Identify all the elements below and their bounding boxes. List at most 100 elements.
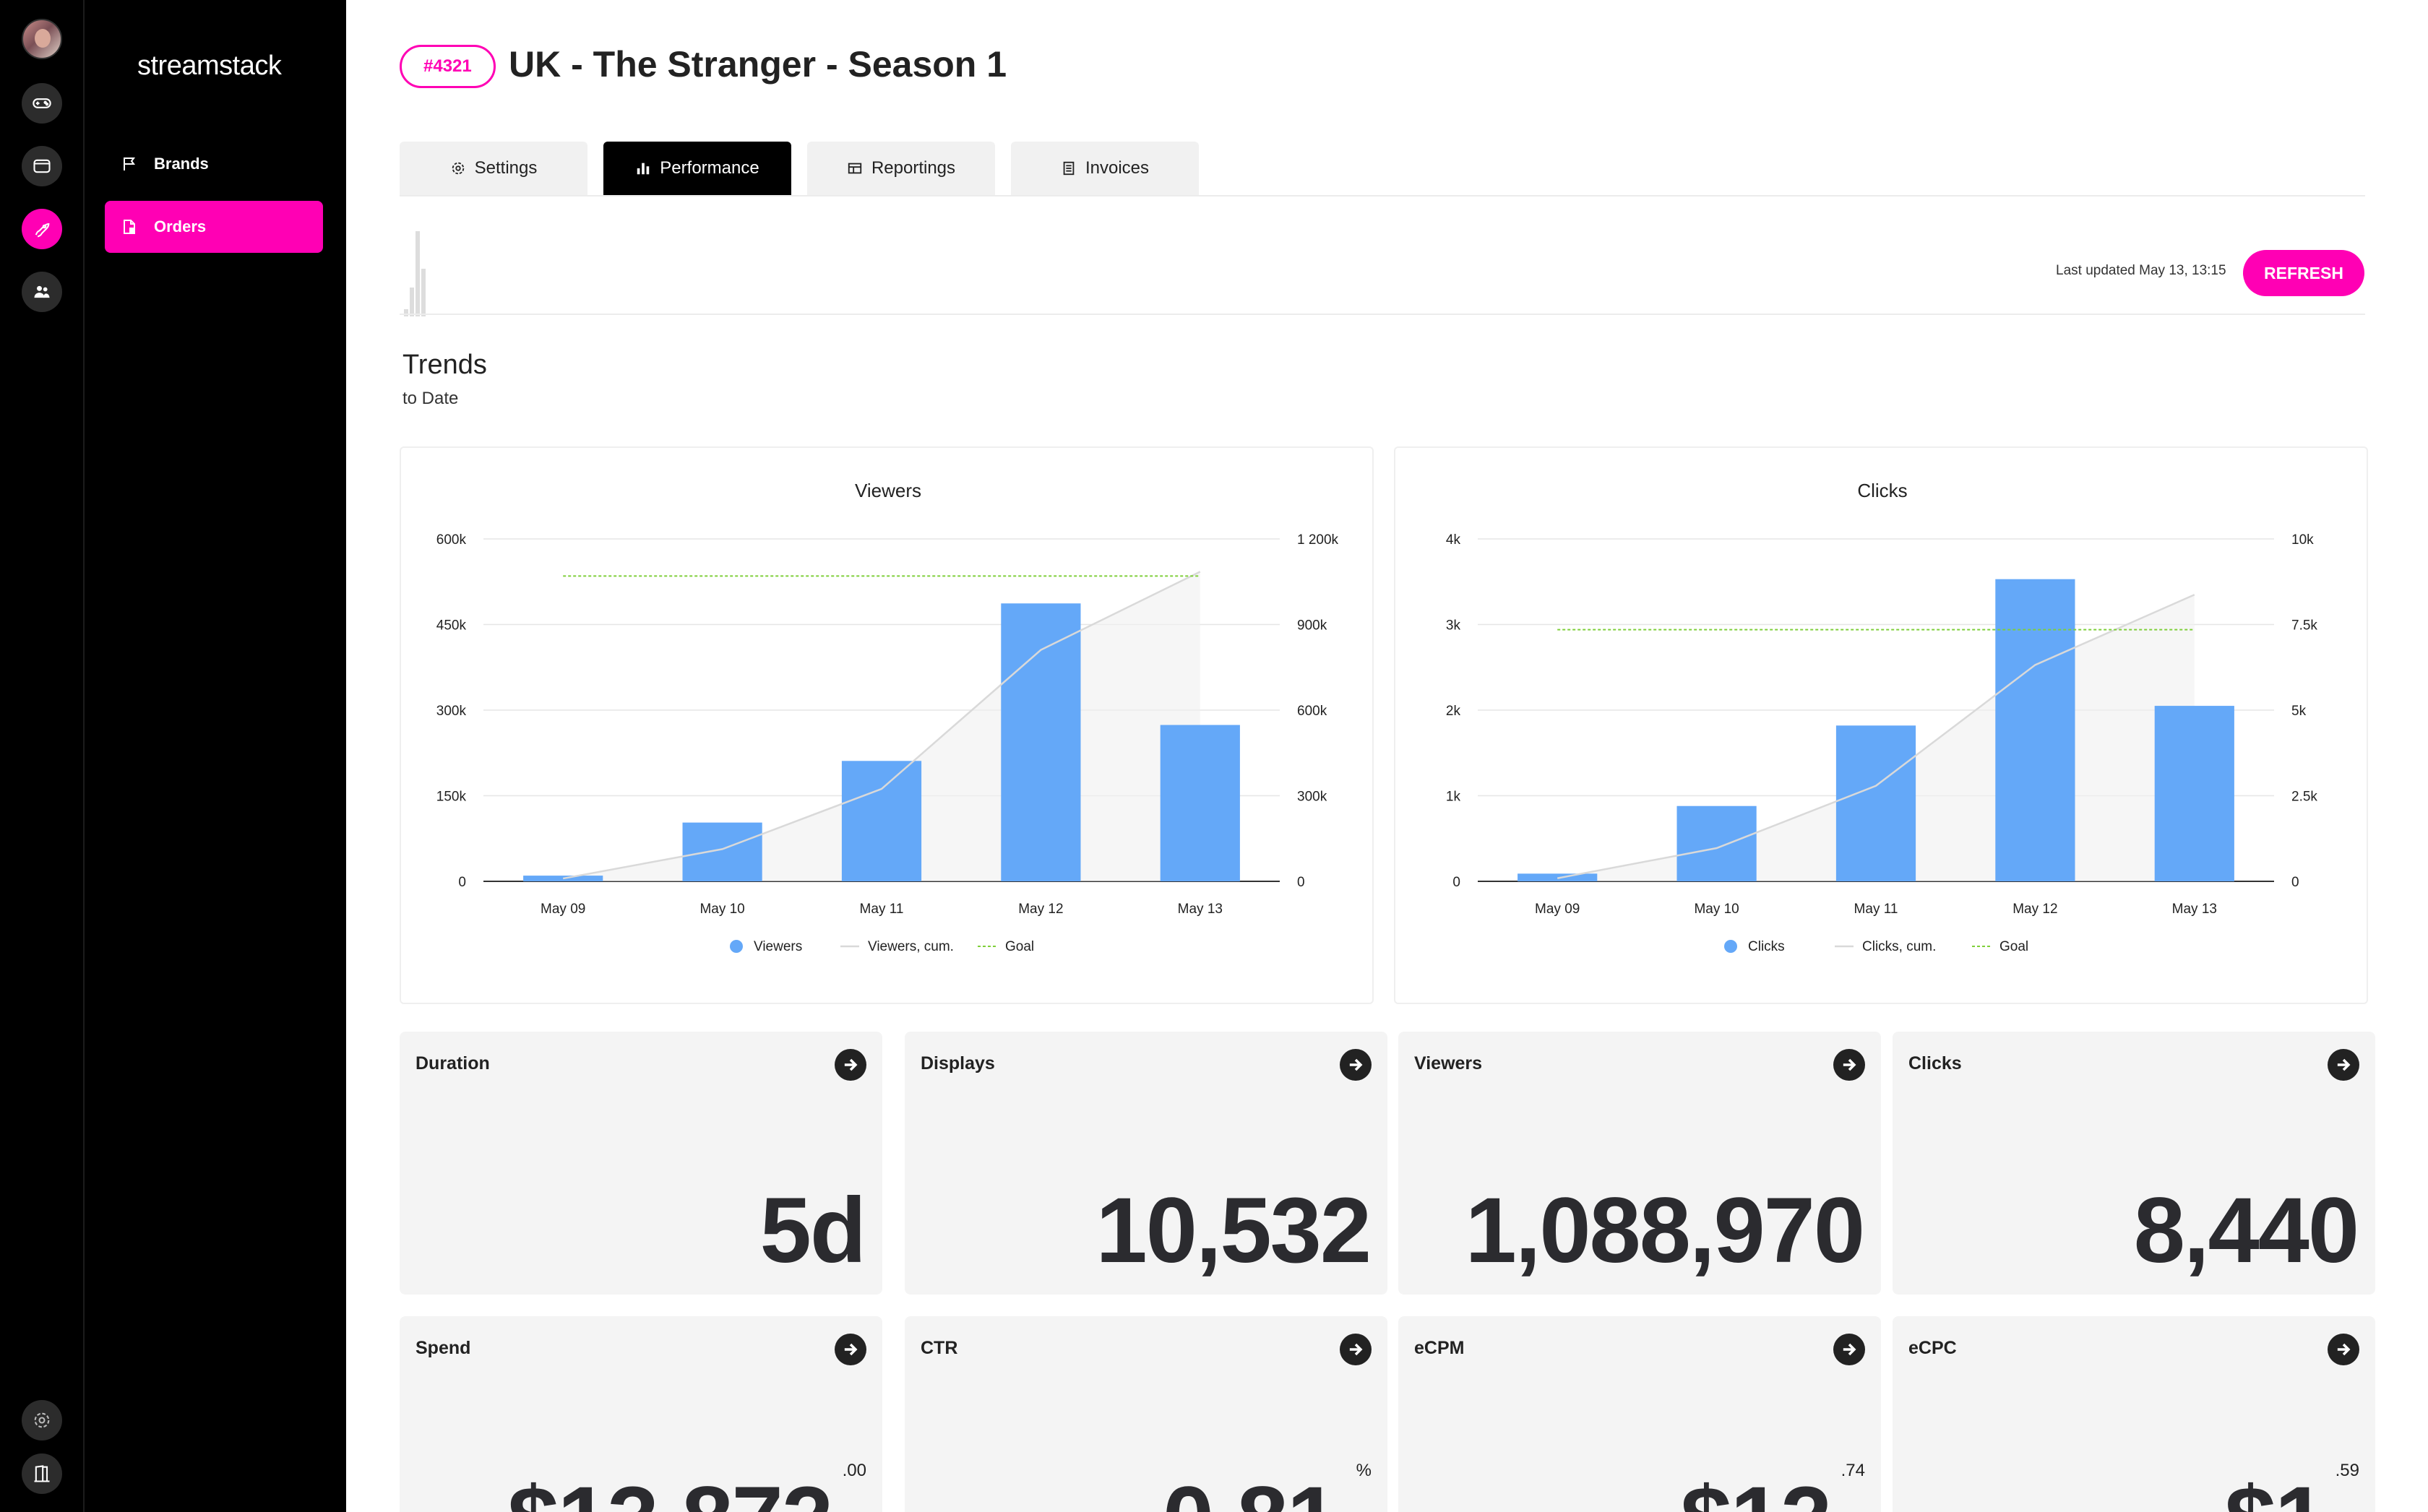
legend-label: Goal	[1005, 939, 1034, 954]
legend-label: Clicks	[1748, 939, 1785, 954]
x-tick-label: May 10	[699, 902, 744, 917]
stat-label: Spend	[416, 1338, 471, 1358]
stat-value-suffix: .74	[1841, 1461, 1865, 1480]
left-tick-label: 1k	[1446, 790, 1461, 805]
sidebar-item-orders[interactable]: Orders	[105, 201, 323, 253]
x-tick-label: May 11	[1854, 902, 1898, 917]
wallet-icon[interactable]	[22, 146, 62, 186]
document-icon	[1061, 160, 1077, 176]
bar-may-11	[1835, 725, 1916, 881]
x-tick-label: May 12	[2012, 902, 2057, 917]
chart-svg: Clicks 0 0 1k 2.5k 2k 5k 3k 7.5k 4k 10k May 09 May 1…	[1446, 480, 2317, 954]
bar-may-13	[1160, 725, 1240, 881]
x-tick-label: May 10	[1694, 902, 1739, 917]
stat-label: CTR	[921, 1338, 958, 1358]
main-content: #4321 UK - The Stranger - Season 1 Setti…	[346, 0, 2428, 1512]
stat-card-displays: Displays 10,532	[905, 1032, 1387, 1295]
right-tick-label: 10k	[2291, 532, 2314, 548]
x-tick-label: May 13	[1178, 902, 1223, 917]
chart-title: Clicks	[1857, 480, 1907, 501]
right-tick-label: 600k	[1297, 704, 1327, 719]
arrow-right-icon[interactable]	[2328, 1334, 2359, 1365]
legend-label: Viewers, cum.	[868, 939, 954, 954]
sidebar-item-label: Orders	[154, 217, 207, 236]
rocket-icon[interactable]	[22, 209, 62, 249]
icon-rail	[0, 0, 85, 1512]
stat-value: 8,440	[2133, 1179, 2359, 1282]
bar-may-09	[523, 876, 603, 881]
sidebar: streamstack Brands Orders	[85, 0, 346, 1512]
stat-label: Clicks	[1908, 1053, 1962, 1073]
bar-may-11	[841, 761, 922, 881]
right-tick-label: 5k	[2291, 704, 2307, 719]
arrow-right-icon[interactable]	[1340, 1049, 1372, 1081]
tab-settings[interactable]: Settings	[400, 142, 587, 195]
stat-value-suffix: .00	[842, 1461, 866, 1480]
arrow-right-icon[interactable]	[1340, 1334, 1372, 1365]
tab-performance[interactable]: Performance	[603, 142, 791, 195]
stat-value: 0.81	[1163, 1474, 1338, 1512]
arrow-right-icon[interactable]	[835, 1334, 866, 1365]
legend-swatch-bars	[730, 940, 743, 953]
x-tick-label: May 12	[1018, 902, 1063, 917]
x-tick-label: May 09	[1535, 902, 1580, 917]
tab-reportings[interactable]: Reportings	[807, 142, 995, 195]
flag-icon	[121, 155, 138, 173]
legend-swatch-bars	[1724, 940, 1737, 953]
stat-label: Displays	[921, 1053, 995, 1073]
stat-value: 5d	[759, 1179, 866, 1282]
section-title: Trends	[402, 350, 487, 380]
arrow-right-icon[interactable]	[1833, 1049, 1865, 1081]
arrow-right-icon[interactable]	[835, 1049, 866, 1081]
tab-label: Performance	[660, 158, 759, 178]
stat-card-viewers: Viewers 1,088,970	[1398, 1032, 1881, 1295]
stat-label: Duration	[416, 1053, 490, 1073]
refresh-button[interactable]: REFRESH	[2243, 250, 2364, 296]
avatar[interactable]	[22, 19, 62, 59]
table-icon	[847, 160, 863, 176]
settings-icon[interactable]	[22, 1400, 62, 1440]
bar-may-12	[1001, 603, 1081, 881]
tab-label: Settings	[474, 158, 538, 178]
left-tick-label: 300k	[436, 704, 467, 719]
stat-card-duration: Duration 5d	[400, 1032, 882, 1295]
orders-icon	[121, 218, 138, 236]
left-tick-label: 150k	[436, 790, 467, 805]
arrow-right-icon[interactable]	[1833, 1334, 1865, 1365]
bar-may-10	[682, 822, 762, 881]
stat-value: 10,532	[1095, 1179, 1372, 1282]
left-tick-label: 2k	[1446, 704, 1461, 719]
chart-svg: Viewers 0 0 150k 300k 300k 600k 450k 900k 600k 1 2…	[436, 480, 1339, 954]
stat-card-ecpc: eCPC $1 .59	[1893, 1316, 2375, 1512]
arrow-right-icon[interactable]	[2328, 1049, 2359, 1081]
right-tick-label: 7.5k	[2291, 618, 2317, 634]
stat-card-ctr: CTR 0.81%	[905, 1316, 1387, 1512]
section-subtitle: to Date	[402, 389, 459, 408]
left-tick-label: 4k	[1446, 532, 1461, 548]
divider	[400, 314, 2365, 315]
app-logo: streamstack	[137, 51, 282, 81]
last-updated-text: Last updated May 13, 13:15	[2056, 263, 2226, 278]
legend-label: Clicks, cum.	[1862, 939, 1936, 954]
legend-label: Viewers	[754, 939, 802, 954]
stat-value: $13,872	[507, 1474, 833, 1512]
left-tick-label: 0	[458, 875, 466, 890]
order-id-badge: #4321	[400, 45, 496, 88]
chart-title: Viewers	[855, 480, 921, 501]
users-icon[interactable]	[22, 272, 62, 312]
gamepad-icon[interactable]	[22, 83, 62, 124]
stat-card-ecpm: eCPM $12 .74	[1398, 1316, 1881, 1512]
stat-label: eCPC	[1908, 1338, 1957, 1358]
left-tick-label: 3k	[1446, 618, 1461, 634]
stat-card-spend: Spend $13,872 .00	[400, 1316, 882, 1512]
right-tick-label: 0	[2291, 875, 2299, 890]
right-tick-label: 900k	[1297, 618, 1327, 634]
tab-bar: Settings Performance Reportings Invoices	[400, 142, 2365, 196]
left-tick-label: 0	[1452, 875, 1460, 890]
logout-door-icon[interactable]	[22, 1453, 62, 1494]
gear-icon	[450, 160, 466, 176]
sidebar-item-brands[interactable]: Brands	[105, 138, 323, 190]
clicks-chart: Clicks 0 0 1k 2.5k 2k 5k 3k 7.5k 4k 10k May 09 May 1…	[1394, 446, 2368, 1004]
tab-invoices[interactable]: Invoices	[1011, 142, 1199, 195]
stat-value-suffix: .59	[2335, 1461, 2359, 1480]
